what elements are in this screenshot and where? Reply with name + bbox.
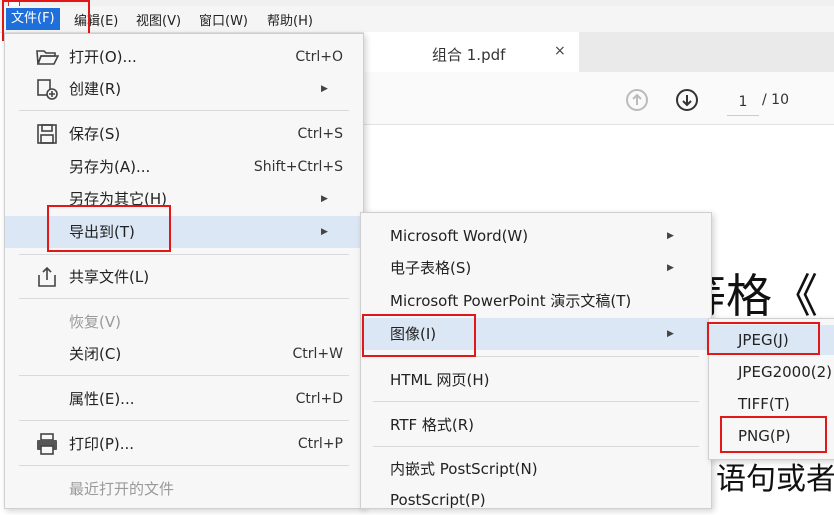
export-item-powerpoint[interactable]: Microsoft PowerPoint 演示文稿(T) [361,286,711,316]
separator [19,254,349,255]
tab-document[interactable]: 组合 1.pdf × [364,32,579,72]
menu-view[interactable]: 视图(V) [136,10,181,29]
previous-page-icon[interactable] [626,89,648,111]
export-item-postscript[interactable]: PostScript(P) [361,485,711,515]
export-item-word[interactable]: Microsoft Word(W) ▶ [361,221,711,251]
menu-window[interactable]: 窗口(W) [199,10,248,29]
menu-help[interactable]: 帮助(H) [267,10,313,29]
menu-item-share[interactable]: 共享文件(L) [5,262,363,292]
file-menu: 打开(O)... Ctrl+O 创建(R) ▶ 保存(S) Ctrl+S 另存为… [4,33,364,509]
separator [19,110,349,111]
next-page-icon[interactable] [676,89,698,111]
menu-item-create[interactable]: 创建(R) ▶ [5,74,363,104]
submenu-arrow-icon: ▶ [321,84,328,94]
menu-item-revert: 恢复(V) [69,313,121,331]
submenu-arrow-icon: ▶ [667,231,674,241]
export-item-rtf[interactable]: RTF 格式(R) [361,410,711,440]
annotation-box-jpeg [707,322,820,355]
page-toolbar: 1 / 10 [364,72,834,125]
menu-bar: 文件(F) 编辑(E) 视图(V) 窗口(W) 帮助(H) [0,6,834,33]
menu-item-recent-files: 最近打开的文件 [69,480,175,498]
page-number-input[interactable]: 1 [727,89,759,116]
submenu-arrow-icon: ▶ [667,263,674,273]
menu-item-save-as[interactable]: 另存为(A)... Shift+Ctrl+S [5,152,363,182]
menu-item-print[interactable]: 打印(P)... Ctrl+P [5,429,363,459]
page-total: / 10 [762,92,789,108]
separator [19,375,349,376]
tab-label: 组合 1.pdf [432,46,506,64]
tab-strip: 组合 1.pdf × [364,32,834,72]
export-item-spreadsheet[interactable]: 电子表格(S) ▶ [361,253,711,283]
export-item-embedded-postscript[interactable]: 内嵌式 PostScript(N) [361,454,711,484]
annotation-box-png [720,416,827,453]
export-submenu: Microsoft Word(W) ▶ 电子表格(S) ▶ Microsoft … [360,212,712,509]
separator [19,420,349,421]
image-item-tiff[interactable]: TIFF(T) [709,389,834,419]
submenu-arrow-icon: ▶ [321,227,328,237]
menu-item-close[interactable]: 关闭(C) Ctrl+W [5,339,363,369]
image-item-jpeg2000[interactable]: JPEG2000(2) [709,357,834,387]
menu-item-save[interactable]: 保存(S) Ctrl+S [5,119,363,149]
tab-close-icon[interactable]: × [554,43,566,59]
separator [19,465,349,466]
submenu-arrow-icon: ▶ [321,194,328,204]
menu-item-open[interactable]: 打开(O)... Ctrl+O [5,42,363,72]
save-disk-icon [37,124,57,144]
annotation-box-image [362,314,476,357]
printer-icon [37,433,57,455]
separator [373,401,699,402]
create-file-icon [37,79,58,100]
submenu-arrow-icon: ▶ [667,329,674,339]
menu-item-properties[interactable]: 属性(E)... Ctrl+D [5,384,363,414]
document-text-body: 语句或者 [716,462,834,497]
folder-open-icon [36,50,59,65]
export-item-html[interactable]: HTML 网页(H) [361,365,711,395]
separator [19,298,349,299]
annotation-box-export-to [47,205,171,252]
separator [373,446,699,447]
share-icon [38,266,56,287]
